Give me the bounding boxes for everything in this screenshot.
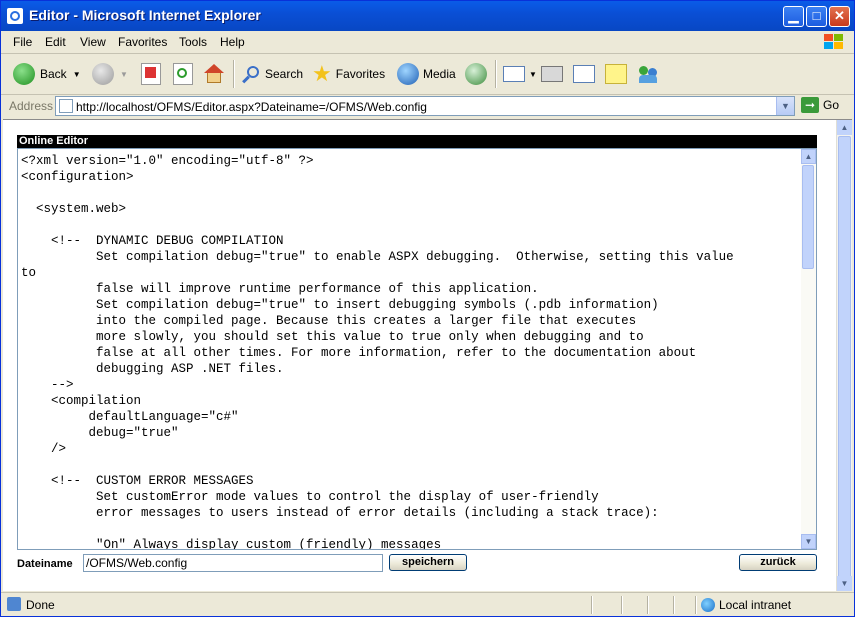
address-label: Address <box>9 99 54 113</box>
back-arrow-icon <box>13 63 35 85</box>
window-title: Editor - Microsoft Internet Explorer <box>29 7 261 23</box>
editor-scroll-thumb[interactable] <box>802 165 814 269</box>
status-bar: Done Local intranet <box>1 592 854 617</box>
close-button[interactable]: ✕ <box>829 6 850 27</box>
page-scroll-thumb[interactable] <box>838 136 851 582</box>
menu-bar: File Edit View Favorites Tools Help <box>1 31 854 54</box>
editor-scrollbar[interactable]: ▲ ▼ <box>801 149 816 549</box>
address-dropdown-icon[interactable]: ▼ <box>776 97 794 115</box>
menu-help[interactable]: Help <box>220 35 245 49</box>
refresh-button[interactable] <box>173 62 193 86</box>
maximize-button[interactable]: □ <box>806 6 827 27</box>
home-icon <box>203 64 225 84</box>
address-input[interactable]: http://localhost/OFMS/Editor.aspx?Datein… <box>55 96 795 116</box>
title-bar[interactable]: Editor - Microsoft Internet Explorer ▁ □… <box>1 1 854 31</box>
editor-textarea[interactable]: <?xml version="1.0" encoding="utf-8" ?> … <box>17 148 817 550</box>
zone-label: Local intranet <box>719 598 792 612</box>
favorites-button[interactable]: ★ Favorites <box>312 62 385 86</box>
discuss-button[interactable] <box>605 62 627 86</box>
page-done-icon <box>7 597 21 611</box>
scroll-up-icon[interactable]: ▲ <box>801 149 816 164</box>
back-label: Back <box>40 67 67 81</box>
favorites-label: Favorites <box>335 67 386 81</box>
scroll-down-icon[interactable]: ▼ <box>801 534 816 549</box>
messenger-button[interactable] <box>637 62 661 86</box>
media-label: Media <box>423 67 456 81</box>
toolbar-separator <box>233 60 235 88</box>
security-zone: Local intranet <box>701 598 791 612</box>
filename-label: Dateiname <box>17 558 73 570</box>
page-icon <box>59 99 73 113</box>
media-button[interactable]: Media <box>397 62 456 86</box>
mail-icon <box>503 66 525 82</box>
stop-icon <box>141 63 161 85</box>
status-separator <box>647 596 649 614</box>
mail-button[interactable]: ▼ <box>503 62 537 86</box>
minimize-button[interactable]: ▁ <box>783 6 804 27</box>
menu-tools[interactable]: Tools <box>179 35 207 49</box>
menu-view[interactable]: View <box>80 35 106 49</box>
media-globe-icon <box>397 63 419 85</box>
messenger-icon <box>637 64 661 84</box>
maximize-icon: □ <box>812 8 821 23</box>
go-button[interactable]: ➞ Go <box>801 97 839 113</box>
minimize-icon: ▁ <box>788 8 799 23</box>
page-scrollbar[interactable]: ▲ ▼ <box>836 120 852 591</box>
forward-dropdown-icon[interactable]: ▼ <box>120 70 128 79</box>
status-separator <box>695 596 697 614</box>
address-bar: Address http://localhost/OFMS/Editor.asp… <box>1 95 854 117</box>
status-text: Done <box>26 598 55 612</box>
search-label: Search <box>265 67 304 81</box>
go-label: Go <box>823 98 840 112</box>
star-icon: ★ <box>312 61 332 86</box>
back-nav-button[interactable]: zurück <box>739 554 817 571</box>
address-url[interactable]: http://localhost/OFMS/Editor.aspx?Datein… <box>76 100 427 114</box>
editor-code[interactable]: <?xml version="1.0" encoding="utf-8" ?> … <box>21 153 801 549</box>
ie-page-icon <box>7 8 23 24</box>
browser-window: Editor - Microsoft Internet Explorer ▁ □… <box>0 0 855 617</box>
history-icon <box>465 63 487 85</box>
menu-edit[interactable]: Edit <box>45 35 66 49</box>
forward-button[interactable]: ▼ <box>92 62 128 86</box>
mail-dropdown-icon[interactable]: ▼ <box>529 70 537 79</box>
edit-button[interactable] <box>573 62 595 86</box>
print-button[interactable] <box>541 62 563 86</box>
history-button[interactable] <box>465 62 487 86</box>
printer-icon <box>541 66 563 82</box>
stop-button[interactable] <box>141 62 161 86</box>
home-button[interactable] <box>203 62 225 86</box>
discuss-note-icon <box>605 64 627 84</box>
back-button[interactable]: Back ▼ <box>13 62 81 86</box>
search-button[interactable]: Search <box>241 62 303 86</box>
filename-input[interactable] <box>83 554 383 572</box>
close-icon: ✕ <box>834 8 845 23</box>
menu-file[interactable]: File <box>13 35 32 49</box>
page-scroll-down-icon[interactable]: ▼ <box>837 576 852 591</box>
go-arrow-icon: ➞ <box>801 97 819 113</box>
windows-logo-icon <box>822 33 844 51</box>
page-content: Online Editor <?xml version="1.0" encodi… <box>3 119 852 591</box>
save-button[interactable]: speichern <box>389 554 467 571</box>
search-icon <box>241 64 261 84</box>
editor-header: Online Editor <box>17 135 817 148</box>
status-separator <box>621 596 623 614</box>
menu-favorites[interactable]: Favorites <box>118 35 167 49</box>
forward-arrow-icon <box>92 63 114 85</box>
toolbar-separator <box>495 60 497 88</box>
status-separator <box>591 596 593 614</box>
edit-page-icon <box>573 65 595 83</box>
refresh-icon <box>173 63 193 85</box>
status-separator <box>673 596 675 614</box>
page-scroll-up-icon[interactable]: ▲ <box>837 120 852 135</box>
toolbar: Back ▼ ▼ Search ★ Favorites Media ▼ <box>1 54 854 95</box>
back-dropdown-icon[interactable]: ▼ <box>73 70 81 79</box>
intranet-globe-icon <box>701 598 715 612</box>
